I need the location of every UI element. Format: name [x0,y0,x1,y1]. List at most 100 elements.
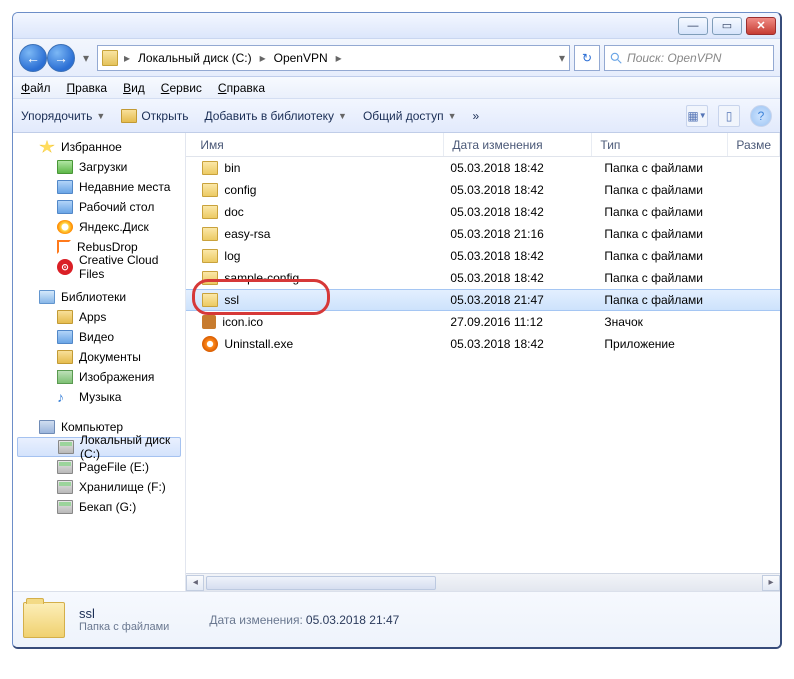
file-row[interactable]: doc05.03.2018 18:42Папка с файлами [186,201,780,223]
scroll-right-icon[interactable]: ▸ [762,575,780,591]
column-type[interactable]: Тип [592,133,728,156]
file-row[interactable]: icon.ico27.09.2016 11:12Значок [186,311,780,333]
search-input[interactable]: Поиск: OpenVPN [604,45,774,71]
details-pane: ssl Папка с файлами Дата изменения: 05.0… [13,591,780,647]
history-dropdown-icon[interactable]: ▾ [79,45,93,71]
folder-icon [202,161,218,175]
share-button[interactable]: Общий доступ▼ [363,109,457,123]
chevron-right-icon[interactable]: ▸ [332,51,346,65]
close-button[interactable]: ✕ [746,17,776,35]
sidebar-item-music[interactable]: ♪Музыка [13,387,185,407]
scroll-thumb[interactable] [206,576,436,590]
file-row[interactable]: sample-config05.03.2018 18:42Папка с фай… [186,267,780,289]
sidebar-item-drive-f[interactable]: Хранилище (F:) [13,477,185,497]
images-icon [57,370,73,384]
file-row[interactable]: ssl05.03.2018 21:47Папка с файлами [186,289,780,311]
file-list: bin 05.03.2018 18:42 Папка с файлами config… [186,157,780,573]
sidebar-item-cc[interactable]: ⊙Creative Cloud Files [13,257,185,277]
breadcrumb-item[interactable]: OpenVPN [272,51,330,65]
overflow-button[interactable]: » [472,109,479,123]
horizontal-scrollbar[interactable]: ◂ ▸ [186,573,780,591]
file-date: 05.03.2018 18:42 [442,161,590,175]
file-date: 05.03.2018 18:42 [442,183,590,197]
music-icon: ♪ [57,390,73,404]
back-button[interactable]: ← [19,44,47,72]
file-name: sample-config [224,271,299,285]
file-row[interactable]: config05.03.2018 18:42Папка с файлами [186,179,780,201]
sidebar-item-downloads[interactable]: Загрузки [13,157,185,177]
file-name: easy-rsa [224,227,270,241]
desktop-icon [57,200,73,214]
yandex-disk-icon [57,220,73,234]
sidebar-item-recent[interactable]: Недавние места [13,177,185,197]
menu-file[interactable]: Файл [21,81,51,95]
folder-icon [57,180,73,194]
sidebar-item-images[interactable]: Изображения [13,367,185,387]
folder-icon [121,109,137,123]
file-date: 05.03.2018 21:47 [442,293,590,307]
column-name[interactable]: Имя [192,133,444,156]
app-icon [202,336,218,352]
maximize-button[interactable]: ▭ [712,17,742,35]
chevron-down-icon: ▼ [448,111,457,121]
folder-icon [57,160,73,174]
file-row[interactable]: easy-rsa05.03.2018 21:16Папка с файлами [186,223,780,245]
file-row[interactable]: log05.03.2018 18:42Папка с файлами [186,245,780,267]
menu-tools[interactable]: Сервис [161,81,202,95]
sidebar-favorites[interactable]: Избранное [13,137,185,157]
folder-icon [202,227,218,241]
details-modified-label: Дата изменения: [209,613,303,627]
sidebar-libraries[interactable]: Библиотеки [13,287,185,307]
column-date[interactable]: Дата изменения [444,133,592,156]
menu-view[interactable]: Вид [123,81,145,95]
breadcrumb-item[interactable]: Локальный диск (C:) [136,51,254,65]
file-name: bin [224,161,240,175]
file-type: Папка с файлами [596,249,732,263]
breadcrumb[interactable]: ▸ Локальный диск (C:) ▸ OpenVPN ▸ ▾ [97,45,570,71]
organize-button[interactable]: Упорядочить▼ [21,109,105,123]
details-name: ssl [79,606,169,621]
menu-edit[interactable]: Правка [67,81,108,95]
file-row[interactable]: bin05.03.2018 18:42Папка с файлами [186,157,780,179]
sidebar-item-yandex[interactable]: Яндекс.Диск [13,217,185,237]
file-icon [202,315,216,329]
star-icon [39,140,55,154]
open-button[interactable]: Открыть [121,109,188,123]
file-type: Приложение [596,337,732,351]
command-bar: Упорядочить▼ Открыть Добавить в библиоте… [13,99,780,133]
refresh-button[interactable]: ↻ [574,45,600,71]
sidebar-item-drive-c[interactable]: Локальный диск (C:) [17,437,181,457]
documents-icon [57,350,73,364]
scroll-left-icon[interactable]: ◂ [186,575,204,591]
sidebar-item-desktop[interactable]: Рабочий стол [13,197,185,217]
help-button[interactable]: ? [750,105,772,127]
menu-help[interactable]: Справка [218,81,265,95]
minimize-button[interactable]: — [678,17,708,35]
navigation-pane: Избранное Загрузки Недавние места Рабочи… [13,133,186,591]
drive-icon [58,440,74,454]
sidebar-item-video[interactable]: Видео [13,327,185,347]
column-size[interactable]: Разме [728,133,780,156]
chevron-right-icon[interactable]: ▸ [120,51,134,65]
file-type: Папка с файлами [596,271,732,285]
folder-icon [202,293,218,307]
chevron-right-icon[interactable]: ▸ [256,51,270,65]
chevron-down-icon: ▼ [338,111,347,121]
folder-icon [23,602,65,638]
column-headers: Имя Дата изменения Тип Разме [186,133,780,157]
view-mode-button[interactable]: ▦ ▼ [686,105,708,127]
details-modified-value: 05.03.2018 21:47 [306,613,399,627]
preview-pane-button[interactable]: ▯ [718,105,740,127]
sidebar-item-drive-g[interactable]: Бекап (G:) [13,497,185,517]
forward-button[interactable]: → [47,44,75,72]
breadcrumb-dropdown-icon[interactable]: ▾ [559,51,565,65]
creative-cloud-icon: ⊙ [57,259,73,275]
add-to-library-button[interactable]: Добавить в библиотеку▼ [204,109,346,123]
file-date: 27.09.2016 11:12 [442,315,590,329]
sidebar-item-documents[interactable]: Документы [13,347,185,367]
sidebar-item-apps[interactable]: Apps [13,307,185,327]
file-date: 05.03.2018 18:42 [442,205,590,219]
file-row[interactable]: Uninstall.exe05.03.2018 18:42Приложение [186,333,780,355]
body: Избранное Загрузки Недавние места Рабочи… [13,133,780,591]
file-name: icon.ico [222,315,263,329]
